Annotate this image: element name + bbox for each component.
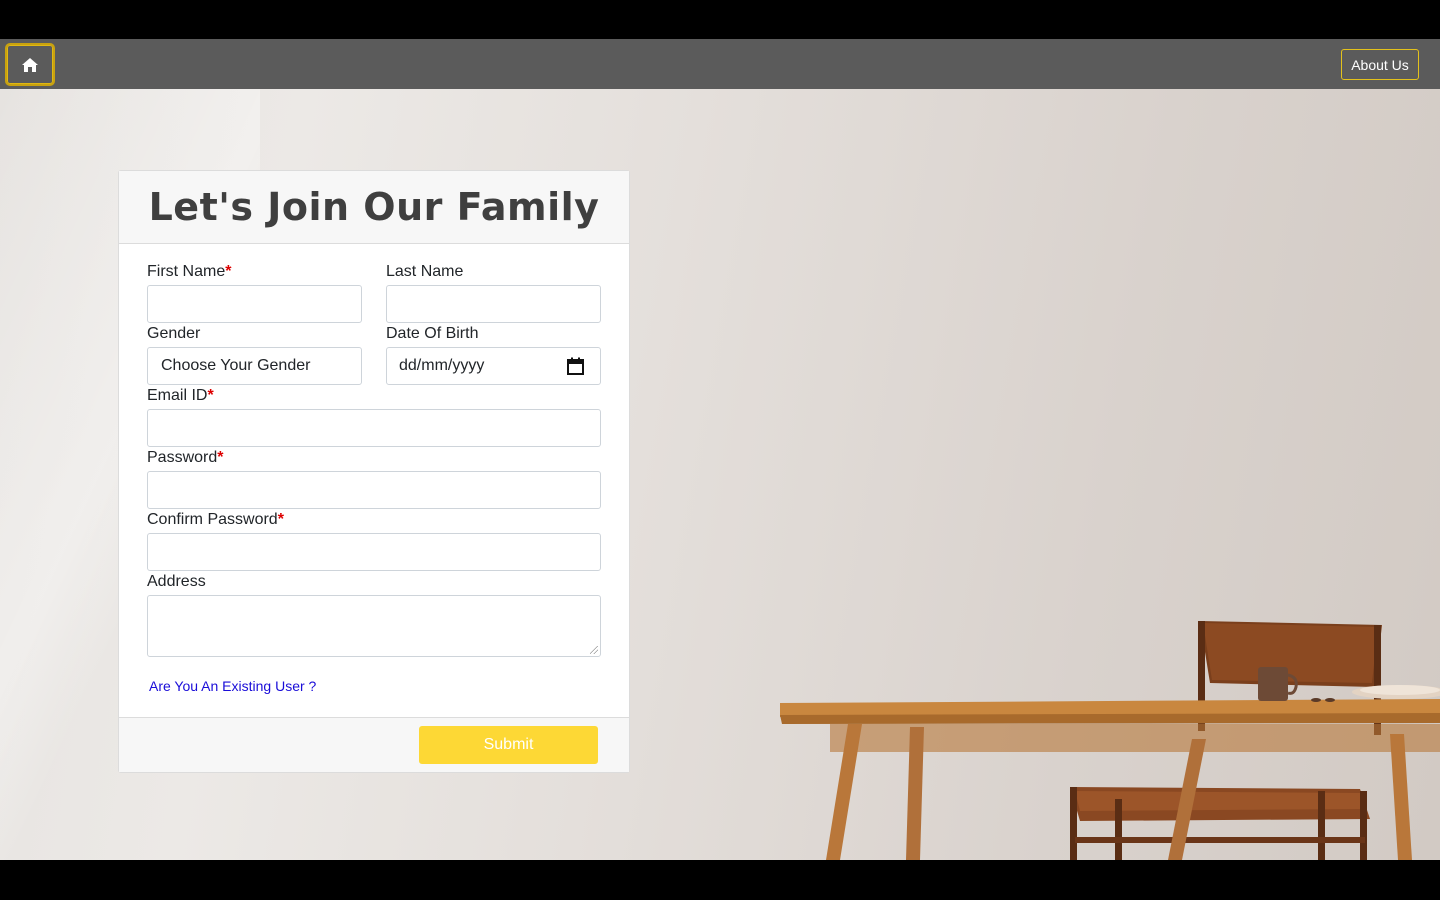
required-mark: * xyxy=(277,511,284,528)
email-label-text: Email ID xyxy=(147,387,208,404)
navbar: About Us xyxy=(0,39,1440,89)
card-body: First Name* Last Name Gender Choose Your… xyxy=(119,244,629,718)
password-label-text: Password xyxy=(147,449,218,466)
dob-placeholder: dd/mm/yyyy xyxy=(399,357,485,374)
table-chair-illustration xyxy=(780,621,1440,860)
email-label: Email ID* xyxy=(147,387,214,405)
home-icon xyxy=(22,57,38,72)
first-name-label: First Name* xyxy=(147,263,231,281)
confirm-password-label: Confirm Password* xyxy=(147,511,284,529)
email-input[interactable] xyxy=(147,409,601,447)
calendar-icon[interactable] xyxy=(567,357,584,375)
address-textarea[interactable] xyxy=(147,595,601,657)
card-header: Let's Join Our Family xyxy=(119,171,629,244)
signup-card: Let's Join Our Family First Name* Last N… xyxy=(118,170,630,773)
required-mark: * xyxy=(225,263,232,280)
page-background: About Us Let's Join Our Family First Nam… xyxy=(0,39,1440,860)
card-footer: Submit xyxy=(119,717,629,772)
required-mark: * xyxy=(217,449,224,466)
dob-label: Date Of Birth xyxy=(386,325,479,342)
first-name-label-text: First Name xyxy=(147,263,226,280)
address-label: Address xyxy=(147,573,206,590)
last-name-input[interactable] xyxy=(386,285,601,323)
confirm-password-label-text: Confirm Password xyxy=(147,511,278,528)
existing-user-link[interactable]: Are You An Existing User ? xyxy=(149,678,316,694)
submit-button[interactable]: Submit xyxy=(419,726,598,764)
page-title: Let's Join Our Family xyxy=(148,185,600,229)
last-name-label: Last Name xyxy=(386,263,464,280)
password-input[interactable] xyxy=(147,471,601,509)
gender-select[interactable]: Choose Your Gender xyxy=(147,347,362,385)
first-name-input[interactable] xyxy=(147,285,362,323)
resize-grip-icon[interactable] xyxy=(590,646,598,654)
dob-input[interactable]: dd/mm/yyyy xyxy=(386,347,601,385)
gender-label: Gender xyxy=(147,325,201,342)
required-mark: * xyxy=(207,387,214,404)
about-us-button[interactable]: About Us xyxy=(1341,49,1419,80)
home-button[interactable] xyxy=(5,43,55,86)
gender-selected-value: Choose Your Gender xyxy=(161,357,311,374)
confirm-password-input[interactable] xyxy=(147,533,601,571)
password-label: Password* xyxy=(147,449,223,467)
